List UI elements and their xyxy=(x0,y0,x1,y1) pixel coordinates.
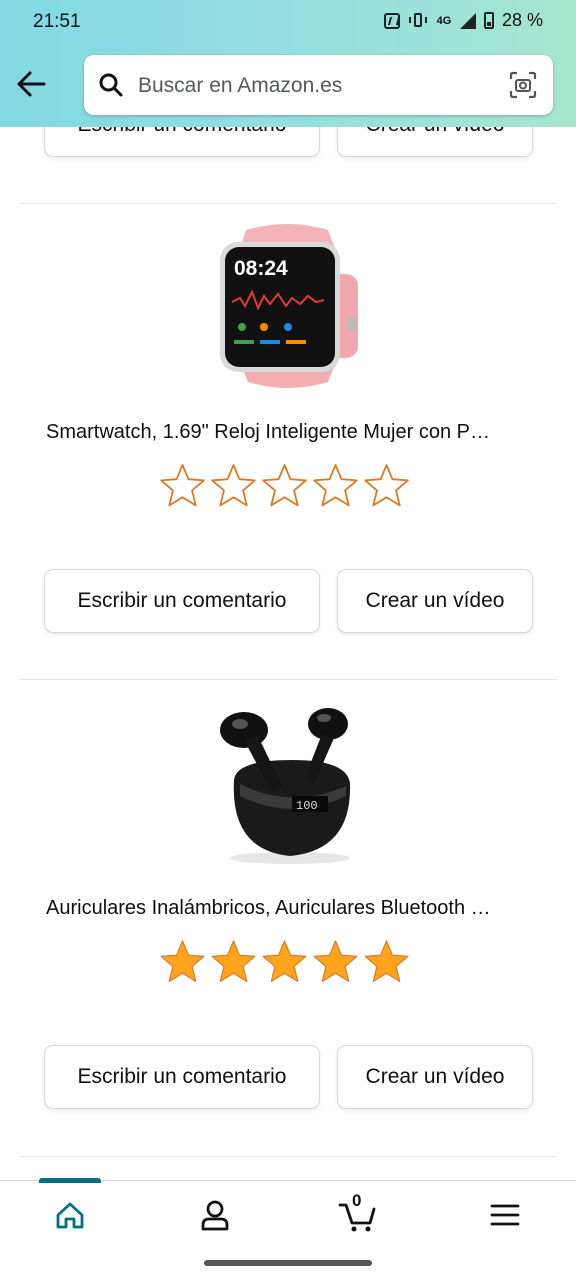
battery-icon xyxy=(483,12,494,29)
back-arrow-icon[interactable] xyxy=(14,66,50,102)
star-empty-icon[interactable] xyxy=(260,462,309,510)
star-rating-input[interactable] xyxy=(158,462,411,510)
divider xyxy=(20,1156,557,1157)
star-filled-icon[interactable] xyxy=(260,938,309,986)
write-review-button[interactable]: Escribir un comentario xyxy=(44,1045,320,1109)
gesture-bar[interactable] xyxy=(204,1260,372,1266)
divider xyxy=(20,679,557,680)
status-icons: 4G 28 % xyxy=(383,10,543,31)
active-tab-indicator xyxy=(39,1178,101,1183)
product-title[interactable]: Auriculares Inalámbricos, Auriculares Bl… xyxy=(46,895,532,921)
network-type: 4G xyxy=(436,14,452,27)
case-display: 100 xyxy=(296,799,318,813)
cart-button[interactable]: 0 xyxy=(338,1191,378,1235)
write-review-button[interactable]: Escribir un comentario xyxy=(44,569,320,633)
account-icon[interactable] xyxy=(195,1195,235,1235)
cart-count: 0 xyxy=(352,1191,362,1210)
watch-time: 08:24 xyxy=(234,257,288,280)
camera-search-icon[interactable] xyxy=(509,71,537,99)
status-bar: 21:51 4G 28 % xyxy=(0,0,576,44)
create-video-button[interactable]: Crear un vídeo xyxy=(337,1045,533,1109)
gesture-area xyxy=(0,1250,576,1280)
home-icon[interactable] xyxy=(50,1195,90,1235)
search-icon xyxy=(99,73,123,97)
bottom-navigation: 0 xyxy=(0,1178,576,1251)
battery-level: 28 % xyxy=(501,10,543,30)
star-empty-icon[interactable] xyxy=(311,462,360,510)
smartwatch-image[interactable]: 08:24 xyxy=(200,222,376,390)
vibrate-icon xyxy=(408,12,428,29)
star-filled-icon[interactable] xyxy=(362,938,411,986)
menu-icon[interactable] xyxy=(485,1195,525,1235)
search-input[interactable] xyxy=(136,69,490,103)
star-filled-icon[interactable] xyxy=(311,938,360,986)
star-filled-icon[interactable] xyxy=(209,938,258,986)
star-empty-icon[interactable] xyxy=(158,462,207,510)
star-empty-icon[interactable] xyxy=(209,462,258,510)
divider xyxy=(20,203,557,204)
create-video-button[interactable]: Crear un vídeo xyxy=(337,569,533,633)
star-filled-icon[interactable] xyxy=(158,938,207,986)
star-rating-input[interactable] xyxy=(158,938,411,986)
status-time: 21:51 xyxy=(33,11,81,32)
app-header: 21:51 4G 28 % xyxy=(0,0,576,127)
star-empty-icon[interactable] xyxy=(362,462,411,510)
nfc-icon xyxy=(383,12,400,29)
earbuds-image[interactable]: 100 xyxy=(200,700,376,868)
search-bar[interactable] xyxy=(84,55,553,115)
signal-icon xyxy=(459,12,476,29)
product-title[interactable]: Smartwatch, 1.69" Reloj Inteligente Muje… xyxy=(46,419,532,445)
